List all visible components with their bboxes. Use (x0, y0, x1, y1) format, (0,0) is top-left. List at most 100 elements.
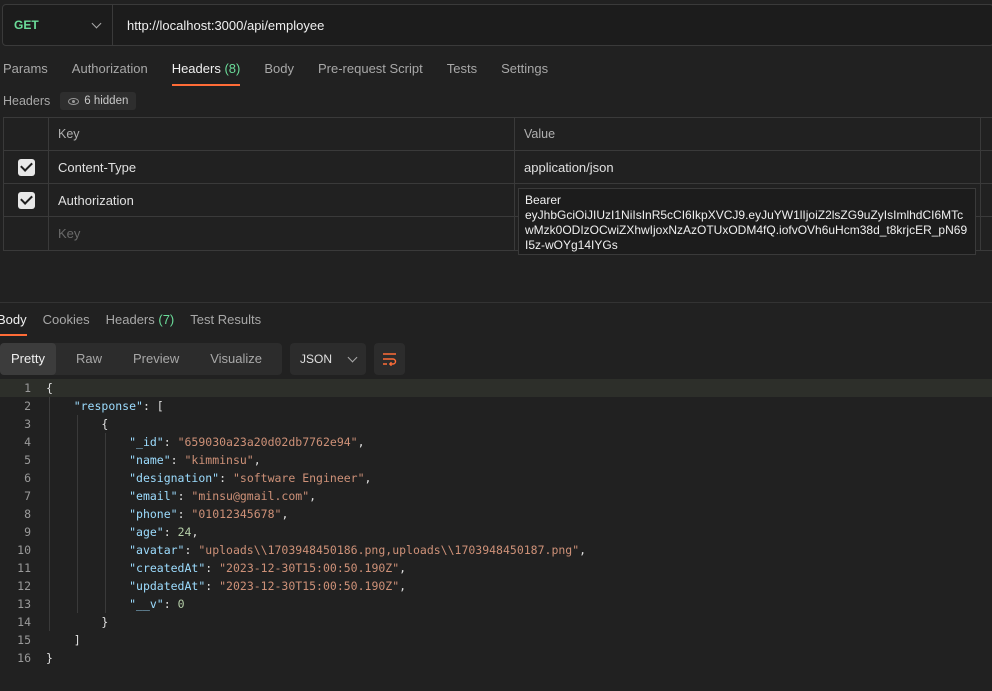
hidden-headers-label: 6 hidden (84, 95, 129, 107)
indent-guide (49, 487, 50, 505)
pane-divider[interactable] (0, 302, 992, 303)
tab-body[interactable]: Body (264, 60, 294, 86)
header-value[interactable]: application/json (515, 151, 981, 183)
view-preview[interactable]: Preview (122, 343, 190, 375)
column-extra (981, 118, 992, 150)
tab-tests[interactable]: Tests (447, 60, 477, 86)
method-label: GET (14, 18, 39, 32)
code-text: ] (46, 633, 81, 647)
line-number: 2 (24, 399, 31, 413)
tab-headers[interactable]: Headers (8) (171, 60, 241, 86)
indent-guide (77, 469, 78, 487)
tab-headers-count: (8) (224, 61, 241, 76)
format-select[interactable]: JSON (290, 343, 367, 375)
line-number: 1 (24, 381, 31, 395)
code-line: 14 } (0, 613, 992, 631)
request-tabs: Params Authorization Headers (8) Body Pr… (3, 60, 572, 86)
indent-guide (49, 451, 50, 469)
code-line: 2 "response": [ (0, 397, 992, 415)
indent-guide (77, 451, 78, 469)
code-line: 10 "avatar": "uploads\\1703948450186.png… (0, 541, 992, 559)
headers-table-header: Key Value (4, 118, 992, 151)
header-key[interactable]: Authorization (49, 184, 515, 216)
indent-guide (77, 505, 78, 523)
code-text: "email": "minsu@gmail.com", (129, 489, 317, 503)
view-visualize[interactable]: Visualize (199, 343, 273, 375)
code-text: "updatedAt": "2023-12-30T15:00:50.190Z", (129, 579, 407, 593)
wrap-lines-button[interactable] (374, 343, 406, 375)
indent-guide (77, 559, 78, 577)
code-text: "response": [ (73, 399, 164, 413)
tab-authorization[interactable]: Authorization (72, 60, 148, 86)
line-number: 16 (17, 651, 31, 665)
line-number: 8 (24, 507, 31, 521)
line-number: 14 (17, 615, 31, 629)
code-line: 11 "createdAt": "2023-12-30T15:00:50.190… (0, 559, 992, 577)
indent-guide (77, 487, 78, 505)
indent-guide (49, 613, 50, 631)
view-raw[interactable]: Raw (65, 343, 113, 375)
code-line: 16} (0, 649, 992, 667)
line-number: 10 (17, 543, 31, 557)
tab-pre-request-script[interactable]: Pre-request Script (318, 60, 423, 86)
indent-guide (49, 577, 50, 595)
url-input[interactable]: http://localhost:3000/api/employee (113, 18, 324, 33)
indent-guide (49, 541, 50, 559)
code-text: { (46, 381, 53, 395)
view-mode-group: Pretty Raw Preview Visualize (0, 343, 283, 375)
tab-cookies[interactable]: Cookies (43, 311, 90, 336)
indent-guide (105, 541, 106, 559)
indent-guide (105, 487, 106, 505)
tab-response-headers[interactable]: Headers (7) (106, 311, 175, 336)
indent-guide (77, 595, 78, 613)
response-body-code[interactable]: 1{2 "response": [3 {4 "_id": "659030a23a… (0, 379, 992, 667)
headers-toolbar: Headers 6 hidden (3, 92, 137, 110)
view-pretty[interactable]: Pretty (0, 343, 56, 375)
indent-guide (49, 505, 50, 523)
indent-guide (77, 415, 78, 433)
code-line: 4 "_id": "659030a23a20d02db7762e94", (0, 433, 992, 451)
code-line: 1{ (0, 379, 992, 397)
column-value: Value (515, 118, 981, 150)
indent-guide (105, 523, 106, 541)
indent-guide (49, 415, 50, 433)
tab-params[interactable]: Params (3, 60, 48, 86)
new-key-input[interactable]: Key (49, 217, 515, 250)
checkbox-cell (4, 217, 49, 250)
row-checkbox[interactable] (17, 191, 35, 209)
table-row: Content-Type application/json (4, 151, 992, 184)
indent-guide (49, 397, 50, 415)
indent-guide (77, 541, 78, 559)
tab-response-headers-count: (7) (158, 312, 175, 327)
indent-guide (49, 523, 50, 541)
row-checkbox[interactable] (17, 158, 35, 176)
tab-settings[interactable]: Settings (501, 60, 548, 86)
code-line: 3 { (0, 415, 992, 433)
eye-icon (68, 97, 80, 105)
code-line: 15 ] (0, 631, 992, 649)
row-extra (981, 217, 992, 250)
headers-title: Headers (3, 94, 51, 108)
hidden-headers-toggle[interactable]: 6 hidden (60, 92, 137, 110)
header-key[interactable]: Content-Type (49, 151, 515, 183)
tab-response-body[interactable]: Body (0, 311, 27, 336)
checkbox-cell (4, 151, 49, 183)
code-text: "createdAt": "2023-12-30T15:00:50.190Z", (129, 561, 407, 575)
row-extra (981, 151, 992, 183)
code-text: "age": 24, (129, 525, 199, 539)
chevron-down-icon (347, 352, 358, 362)
tab-test-results[interactable]: Test Results (190, 311, 261, 336)
code-line: 7 "email": "minsu@gmail.com", (0, 487, 992, 505)
line-number: 11 (17, 561, 31, 575)
line-number: 15 (17, 633, 31, 647)
indent-guide (105, 595, 106, 613)
method-select[interactable]: GET (3, 5, 113, 45)
indent-guide (49, 469, 50, 487)
tab-headers-label: Headers (171, 61, 221, 76)
code-line: 9 "age": 24, (0, 523, 992, 541)
code-text: "__v": 0 (129, 597, 185, 611)
indent-guide (105, 577, 106, 595)
code-line: 8 "phone": "01012345678", (0, 505, 992, 523)
authorization-value-editor[interactable]: Bearer eyJhbGciOiJIUzI1NiIsInR5cCI6IkpXV… (518, 188, 976, 255)
indent-guide (77, 577, 78, 595)
